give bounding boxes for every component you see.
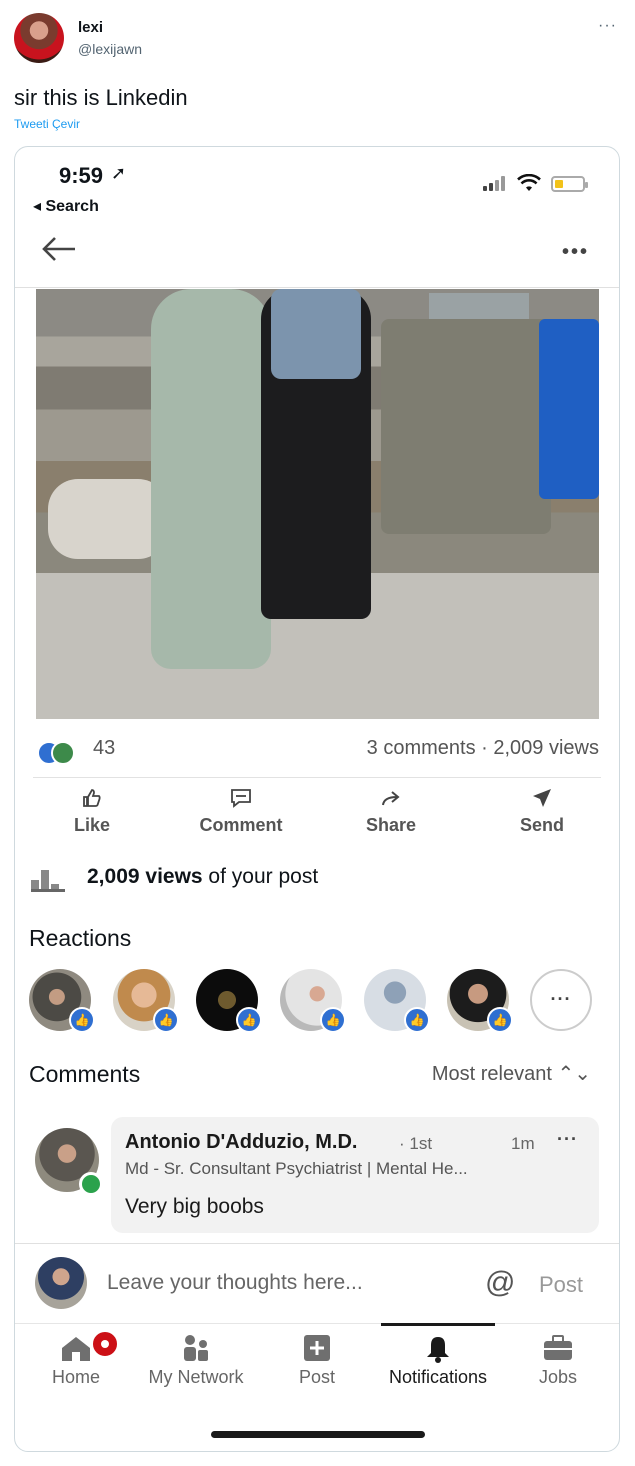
celebrate-reaction-icon (51, 741, 75, 765)
like-badge-icon: 👍 (404, 1007, 430, 1033)
like-badge-icon: 👍 (487, 1007, 513, 1033)
reaction-count[interactable]: 43 (93, 737, 115, 760)
comment-sort-dropdown[interactable]: Most relevant ⌃⌄ (432, 1061, 591, 1086)
comment-more-button[interactable]: ··· (557, 1129, 578, 1150)
people-icon (141, 1333, 251, 1367)
tweet-author-avatar[interactable] (14, 13, 64, 63)
mention-icon[interactable]: @ (485, 1266, 515, 1300)
post-image[interactable] (36, 289, 599, 719)
tweet-author-handle[interactable]: @lexijawn (78, 41, 142, 57)
divider (15, 287, 619, 288)
wifi-icon (517, 173, 541, 197)
comment-input[interactable]: Leave your thoughts here... (107, 1271, 363, 1295)
tweet-author-name[interactable]: lexi (78, 19, 103, 36)
online-status-dot (79, 1172, 103, 1196)
tweet-more-icon[interactable]: ··· (598, 17, 617, 35)
post-comment-button[interactable]: Post (539, 1272, 583, 1298)
analytics-bar-icon (31, 866, 67, 892)
like-badge-icon: 👍 (69, 1007, 95, 1033)
reactor-avatar[interactable]: 👍 (447, 969, 513, 1033)
comment-button[interactable]: Comment (186, 787, 296, 836)
post-views-analytics[interactable]: 2,009 views of your post (87, 865, 318, 889)
back-to-search[interactable]: ◂ Search (33, 196, 99, 216)
post-actions-bar: Like Comment Share Send (15, 787, 619, 847)
commenter-name[interactable]: Antonio D'Adduzio, M.D. (125, 1131, 357, 1154)
tweet-text: sir this is Linkedin (14, 85, 188, 110)
reaction-icons[interactable] (37, 741, 77, 765)
reactor-avatar[interactable]: 👍 (280, 969, 346, 1033)
post-more-button[interactable]: ••• (562, 241, 589, 264)
comment-icon (186, 787, 296, 815)
active-tab-indicator (381, 1323, 495, 1326)
my-avatar (35, 1257, 87, 1309)
share-button[interactable]: Share (336, 787, 446, 836)
briefcase-icon (503, 1333, 613, 1367)
notification-badge (91, 1330, 119, 1358)
comments-views-count[interactable]: 3 comments · 2,009 views (367, 737, 599, 760)
comment-timestamp: 1m (511, 1134, 535, 1153)
reactor-avatar[interactable]: 👍 (196, 969, 262, 1033)
tweet-media-card[interactable]: 9:59 ➚ ◂ Search ••• 43 3 comments · 2,00… (14, 146, 620, 1452)
reactor-avatar[interactable]: 👍 (364, 969, 430, 1033)
like-button[interactable]: Like (37, 787, 147, 836)
tab-my-network[interactable]: My Network (141, 1333, 251, 1388)
comment-bubble: Antonio D'Adduzio, M.D. · 1st 1m ··· Md … (111, 1117, 599, 1233)
plus-square-icon (262, 1333, 372, 1367)
cellular-signal-icon (483, 175, 509, 191)
divider (33, 777, 601, 778)
reactor-avatar[interactable]: 👍 (29, 969, 95, 1033)
tab-notifications[interactable]: Notifications (381, 1333, 495, 1388)
connection-degree: · 1st (399, 1134, 433, 1153)
battery-icon (551, 176, 588, 192)
more-reactors-button[interactable]: ··· (530, 969, 592, 1031)
share-arrow-icon (336, 787, 446, 815)
arrow-left-icon[interactable] (41, 234, 77, 273)
status-time: 9:59 (59, 163, 104, 188)
thumbs-up-icon (37, 787, 147, 815)
like-badge-icon: 👍 (236, 1007, 262, 1033)
comment-text: Very big boobs (125, 1195, 264, 1218)
divider (15, 1323, 619, 1324)
reactor-avatar[interactable]: 👍 (113, 969, 179, 1033)
divider (15, 1243, 619, 1244)
tab-post[interactable]: Post (262, 1333, 372, 1388)
reactions-heading: Reactions (29, 925, 132, 951)
tab-jobs[interactable]: Jobs (503, 1333, 613, 1388)
send-button[interactable]: Send (487, 787, 597, 836)
bell-icon (381, 1333, 495, 1367)
send-icon (487, 787, 597, 815)
location-arrow-icon: ➚ (111, 163, 127, 183)
like-badge-icon: 👍 (153, 1007, 179, 1033)
like-badge-icon: 👍 (320, 1007, 346, 1033)
commenter-headline: Md - Sr. Consultant Psychiatrist | Menta… (125, 1159, 468, 1178)
translate-tweet-link[interactable]: Tweeti Çevir (14, 117, 80, 131)
home-indicator[interactable] (211, 1431, 425, 1438)
comments-heading: Comments (29, 1061, 141, 1087)
